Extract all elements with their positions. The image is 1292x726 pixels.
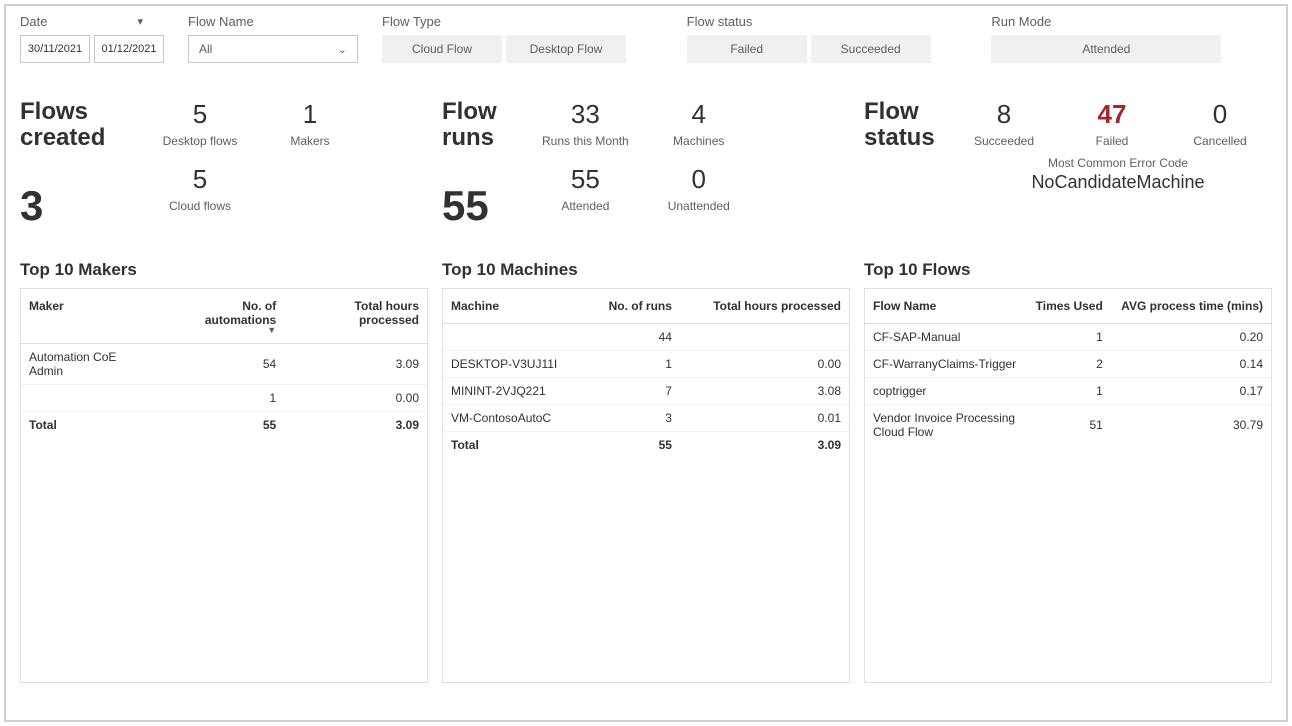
table-total-row: Total 55 3.09 <box>21 411 427 438</box>
table-row[interactable]: CF-SAP-Manual 1 0.20 <box>865 323 1271 350</box>
card-flows-created-title: Flows created <box>20 99 130 152</box>
table-row[interactable]: MININT-2VJQ221 7 3.08 <box>443 377 849 404</box>
machines-table: Machine No. of runs Total hours processe… <box>443 289 849 458</box>
chevron-down-icon: ⌄ <box>338 43 347 56</box>
filter-flow-name: Flow Name All ⌄ <box>188 14 358 63</box>
desktop-flows-value: 5 <box>160 99 240 130</box>
makers-label: Makers <box>270 134 350 148</box>
flows-col-avg[interactable]: AVG process time (mins) <box>1111 289 1271 324</box>
filter-bar: Date ▾ Flow Name All ⌄ Flow Type Cloud F… <box>20 14 1272 63</box>
succeeded-label: Succeeded <box>964 134 1044 148</box>
error-code-value: NoCandidateMachine <box>964 172 1272 193</box>
table-card-makers: Top 10 Makers Maker No. of automations ▼… <box>20 260 428 683</box>
card-flow-runs: Flow runs 55 33 Runs this Month 55 Atten… <box>442 99 850 230</box>
table-total-row: Total 55 3.09 <box>443 431 849 458</box>
machines-col-hours[interactable]: Total hours processed <box>680 289 849 324</box>
runs-month-label: Runs this Month <box>542 134 629 148</box>
attended-label: Attended <box>542 199 629 213</box>
table-row[interactable]: DESKTOP-V3UJ11I 1 0.00 <box>443 350 849 377</box>
table-makers-title: Top 10 Makers <box>20 260 428 280</box>
filter-date: Date ▾ <box>20 14 164 63</box>
filter-flow-type-label: Flow Type <box>382 14 663 29</box>
table-row[interactable]: 44 <box>443 323 849 350</box>
runs-month-value: 33 <box>542 99 629 130</box>
table-flows-title: Top 10 Flows <box>864 260 1272 280</box>
desktop-flows-label: Desktop flows <box>160 134 240 148</box>
card-flow-status: Flow status 8 Succeeded 47 Failed 0 Canc… <box>864 99 1272 230</box>
card-flows-created: Flows created 3 5 Desktop flows 5 Cloud … <box>20 99 428 230</box>
unattended-value: 0 <box>659 164 739 195</box>
run-mode-attended-button[interactable]: Attended <box>991 35 1221 63</box>
makers-table: Maker No. of automations ▼ Total hours p… <box>21 289 427 438</box>
date-end-input[interactable] <box>94 35 164 63</box>
table-row[interactable]: CF-WarranyClaims-Trigger 2 0.14 <box>865 350 1271 377</box>
cloud-flows-label: Cloud flows <box>160 199 240 213</box>
card-flow-runs-title: Flow runs <box>442 99 512 152</box>
filter-date-label: Date <box>20 14 47 29</box>
card-flow-status-title: Flow status <box>864 99 934 152</box>
error-code-label: Most Common Error Code <box>964 156 1272 170</box>
table-row[interactable]: Vendor Invoice Processing Cloud Flow 51 … <box>865 404 1271 445</box>
flows-col-name[interactable]: Flow Name <box>865 289 1026 324</box>
makers-col-hours[interactable]: Total hours processed <box>284 289 427 344</box>
makers-col-maker[interactable]: Maker <box>21 289 160 344</box>
filter-run-mode-label: Run Mode <box>991 14 1272 29</box>
table-row[interactable]: 1 0.00 <box>21 384 427 411</box>
makers-value: 1 <box>270 99 350 130</box>
tables-row: Top 10 Makers Maker No. of automations ▼… <box>20 260 1272 683</box>
filter-flow-type: Flow Type Cloud Flow Desktop Flow <box>382 14 663 63</box>
failed-label: Failed <box>1072 134 1152 148</box>
table-card-machines: Top 10 Machines Machine No. of runs Tota… <box>442 260 850 683</box>
table-card-flows: Top 10 Flows Flow Name Times Used AVG pr… <box>864 260 1272 683</box>
succeeded-value: 8 <box>964 99 1044 130</box>
metrics-row: Flows created 3 5 Desktop flows 5 Cloud … <box>20 99 1272 230</box>
machines-col-machine[interactable]: Machine <box>443 289 587 324</box>
cancelled-label: Cancelled <box>1180 134 1260 148</box>
filter-flow-status: Flow status Failed Succeeded <box>687 14 968 63</box>
cancelled-value: 0 <box>1180 99 1260 130</box>
machines-col-runs[interactable]: No. of runs <box>587 289 680 324</box>
table-machines-title: Top 10 Machines <box>442 260 850 280</box>
table-row[interactable]: VM-ContosoAutoC 3 0.01 <box>443 404 849 431</box>
flow-type-cloud-button[interactable]: Cloud Flow <box>382 35 502 63</box>
table-row[interactable]: Automation CoE Admin 54 3.09 <box>21 343 427 384</box>
chevron-down-icon[interactable]: ▾ <box>137 15 143 28</box>
flows-table: Flow Name Times Used AVG process time (m… <box>865 289 1271 445</box>
filter-flow-name-label: Flow Name <box>188 14 358 29</box>
unattended-label: Unattended <box>659 199 739 213</box>
flow-status-succeeded-button[interactable]: Succeeded <box>811 35 931 63</box>
filter-run-mode: Run Mode Attended <box>991 14 1272 63</box>
filter-flow-status-label: Flow status <box>687 14 968 29</box>
machines-value: 4 <box>659 99 739 130</box>
flows-col-times[interactable]: Times Used <box>1026 289 1110 324</box>
attended-value: 55 <box>542 164 629 195</box>
date-start-input[interactable] <box>20 35 90 63</box>
sort-desc-icon: ▼ <box>168 327 276 333</box>
flows-created-big: 3 <box>20 182 130 230</box>
flow-name-dropdown[interactable]: All ⌄ <box>188 35 358 63</box>
flow-name-value: All <box>199 42 212 56</box>
failed-value: 47 <box>1072 99 1152 130</box>
table-row[interactable]: coptrigger 1 0.17 <box>865 377 1271 404</box>
cloud-flows-value: 5 <box>160 164 240 195</box>
makers-col-automations[interactable]: No. of automations ▼ <box>160 289 284 344</box>
flow-type-desktop-button[interactable]: Desktop Flow <box>506 35 626 63</box>
flow-runs-big: 55 <box>442 182 512 230</box>
machines-label: Machines <box>659 134 739 148</box>
flow-status-failed-button[interactable]: Failed <box>687 35 807 63</box>
